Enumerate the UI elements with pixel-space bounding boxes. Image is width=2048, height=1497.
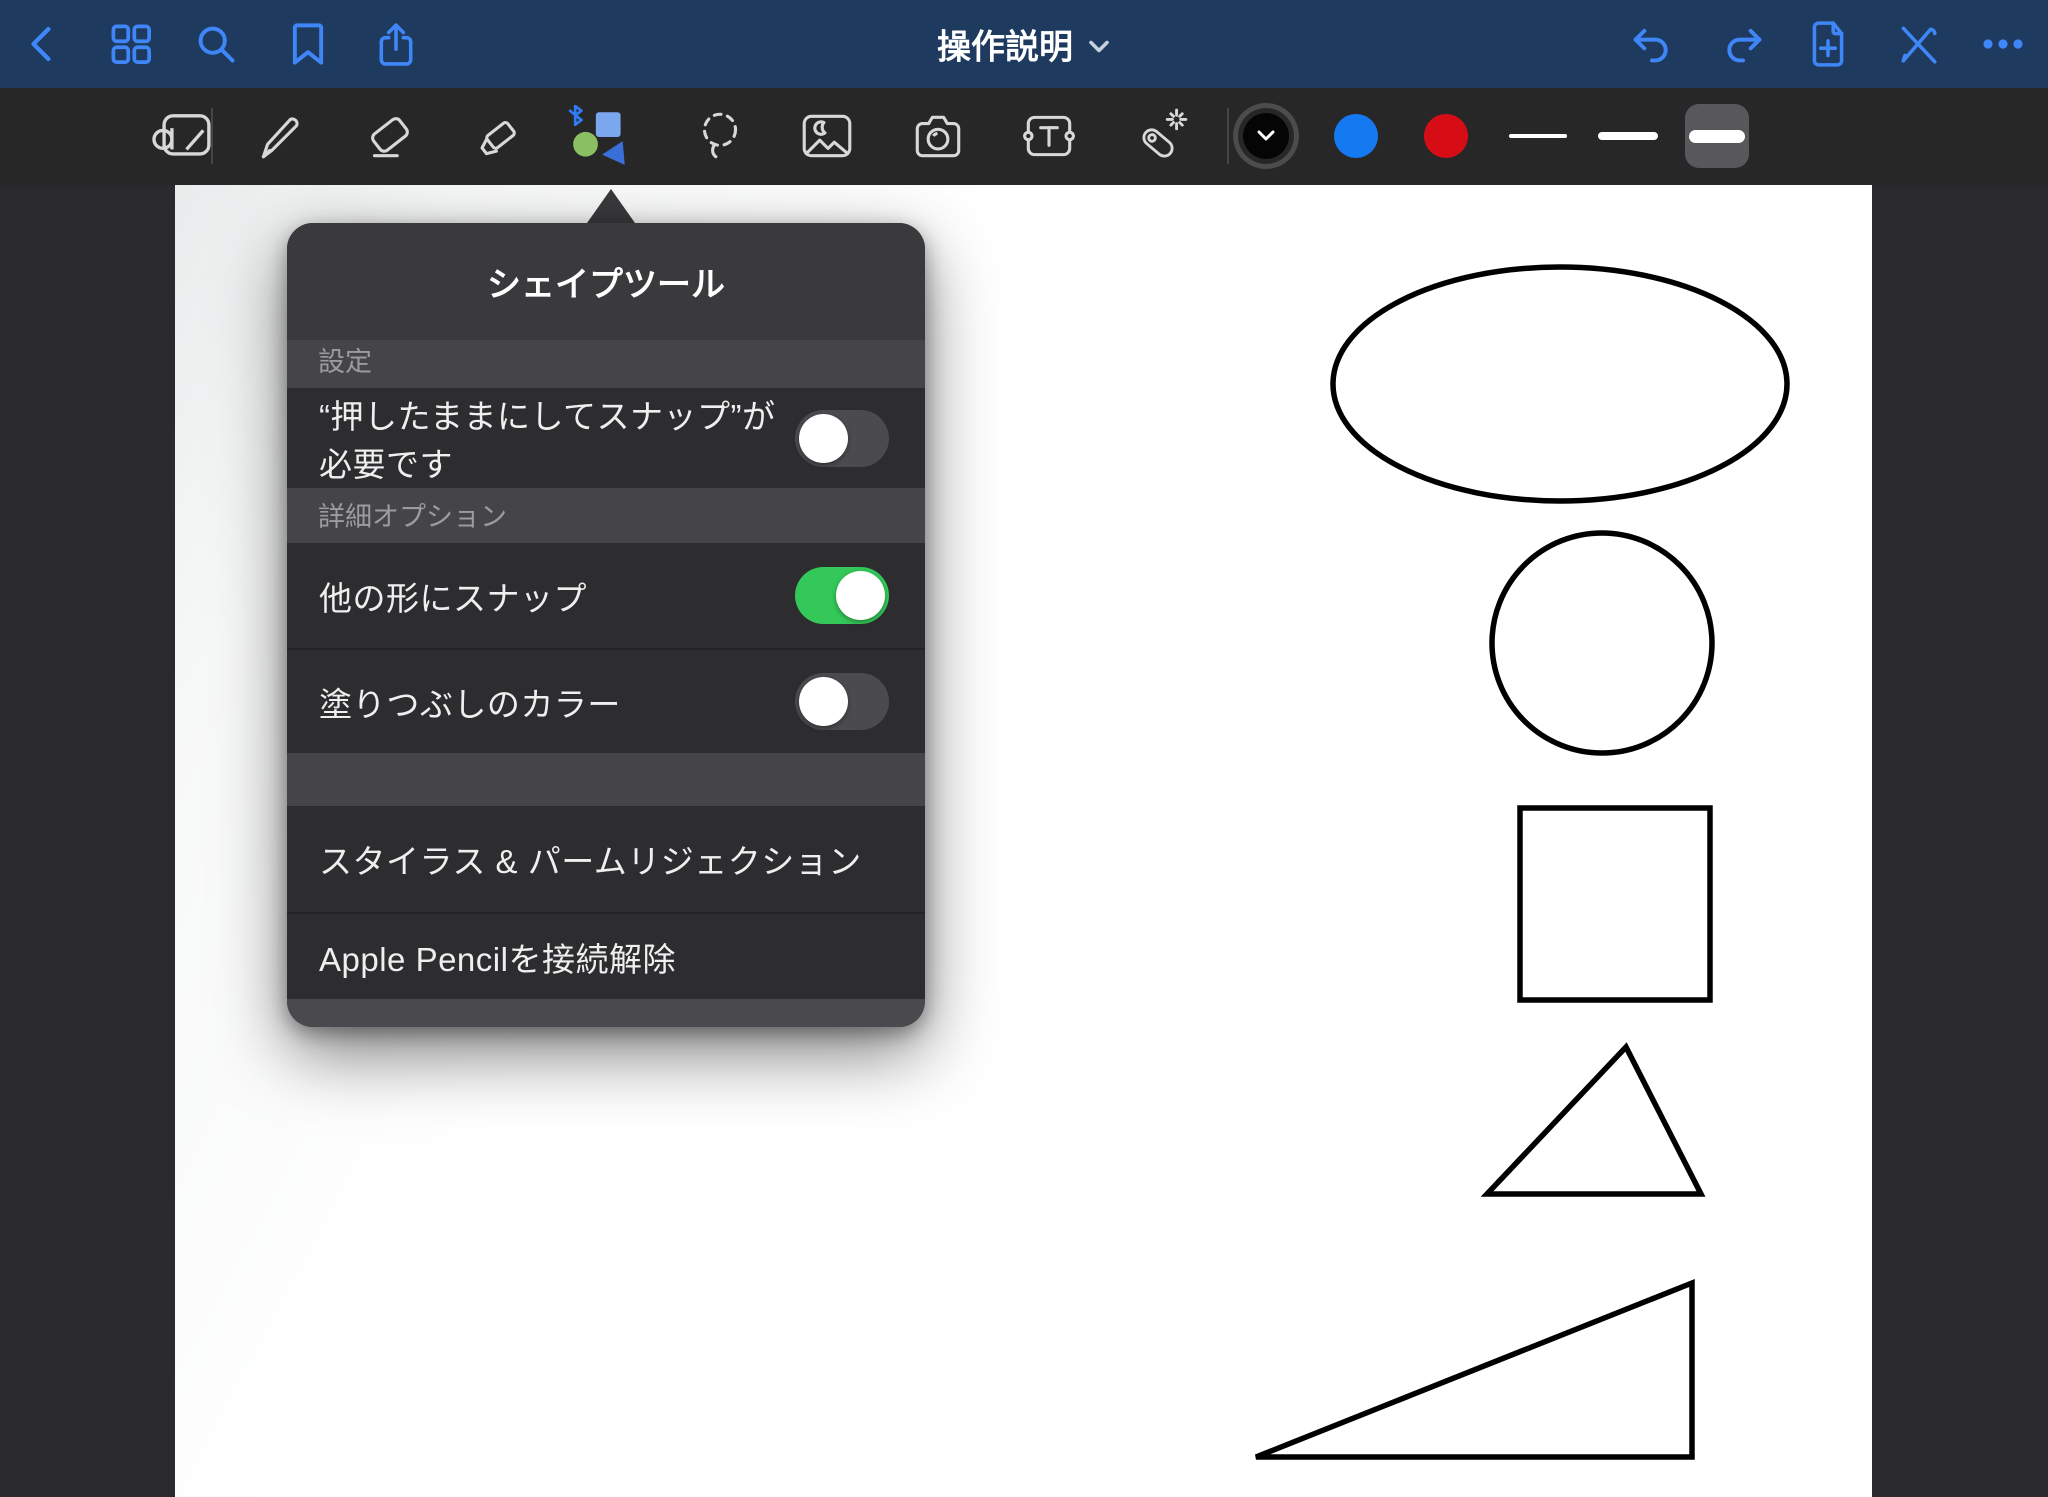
redo-icon (1720, 23, 1766, 65)
toggle-knob (799, 414, 848, 463)
top-navigation-bar: 操作説明 (0, 0, 2048, 88)
lasso-icon (691, 107, 749, 165)
tool-eraser[interactable] (362, 107, 420, 165)
camera-icon (909, 110, 967, 162)
action-label: Apple Pencilを接続解除 (319, 933, 889, 981)
share-icon (375, 20, 417, 68)
drawn-circle (1492, 533, 1712, 753)
more-options-button[interactable] (1981, 37, 2025, 51)
read-write-mode-icon (148, 108, 216, 164)
search-button[interactable] (194, 22, 238, 66)
share-button[interactable] (375, 20, 417, 68)
page-title: 操作説明 (937, 20, 1073, 69)
laser-pointer-icon (1131, 107, 1189, 165)
stylus-palm-rejection-row[interactable]: スタイラス & パームリジェクション (287, 806, 925, 912)
disconnect-apple-pencil-row[interactable]: Apple Pencilを接続解除 (287, 912, 925, 999)
section-spacer (287, 753, 925, 806)
tool-image[interactable] (798, 109, 856, 163)
text-icon (1019, 109, 1079, 163)
tool-camera[interactable] (909, 110, 967, 162)
popover-arrow (587, 189, 635, 223)
thickness-medium[interactable] (1598, 132, 1658, 140)
disable-pen-button[interactable] (1895, 21, 1941, 67)
drawn-right-triangle (1256, 1283, 1692, 1457)
bluetooth-icon (570, 106, 581, 125)
drawn-square (1520, 808, 1710, 1000)
setting-label: “押したままにしてスナップ”が必要です (319, 390, 795, 486)
toggle-knob (799, 677, 848, 726)
ellipsis-icon (1981, 37, 2025, 51)
search-icon (194, 22, 238, 66)
add-page-icon (1807, 20, 1849, 68)
section-header-settings: 設定 (287, 340, 925, 388)
tool-lasso[interactable] (691, 107, 749, 165)
tool-shape[interactable] (568, 105, 634, 167)
shape-tool-icon (568, 105, 634, 167)
bookmark-button[interactable] (288, 21, 328, 67)
redo-button[interactable] (1720, 23, 1766, 65)
thickness-thin[interactable] (1509, 134, 1567, 138)
pen-crossed-icon (1895, 21, 1941, 67)
eraser-icon (362, 107, 420, 165)
tool-pen[interactable] (251, 107, 309, 165)
section-label: 詳細オプション (318, 495, 507, 534)
setting-label: 他の形にスナップ (319, 572, 795, 620)
drawn-ellipse (1333, 267, 1787, 501)
add-page-button[interactable] (1807, 20, 1849, 68)
chevron-down-icon (1256, 129, 1276, 143)
toolbar-divider (1227, 108, 1229, 164)
grid-icon (109, 22, 153, 66)
setting-label: 塗りつぶしのカラー (319, 678, 795, 726)
drawn-triangle (1487, 1047, 1701, 1194)
back-chevron-icon (26, 22, 58, 66)
thickness-thick-selected[interactable] (1685, 104, 1749, 168)
bookmark-icon (288, 21, 328, 67)
tools-toolbar (0, 88, 2048, 185)
undo-button[interactable] (1629, 23, 1675, 65)
color-swatch-red[interactable] (1424, 114, 1468, 158)
thumbnails-button[interactable] (109, 22, 153, 66)
popover-bottom-band (287, 999, 925, 1027)
popover-title: シェイプツール (287, 223, 925, 340)
snap-to-shapes-toggle[interactable] (795, 567, 889, 624)
undo-icon (1629, 23, 1675, 65)
toolbar-divider (211, 108, 213, 164)
sparkle-icon (1167, 110, 1186, 129)
tool-text[interactable] (1019, 109, 1079, 163)
shape-tool-popover: シェイプツール 設定 “押したままにしてスナップ”が必要です 詳細オプション 他… (287, 223, 925, 1027)
color-swatch-blue[interactable] (1334, 114, 1378, 158)
image-icon (798, 109, 856, 163)
fill-color-toggle[interactable] (795, 673, 889, 730)
goodnotes-app: 操作説明 (0, 0, 2048, 1497)
setting-row-snap-to-shapes[interactable]: 他の形にスナップ (287, 543, 925, 648)
tool-highlighter[interactable] (469, 107, 527, 165)
section-header-advanced: 詳細オプション (287, 488, 925, 543)
hold-to-snap-toggle[interactable] (795, 410, 889, 467)
pen-mode-toggle[interactable] (148, 108, 216, 164)
pen-icon (251, 107, 309, 165)
action-label: スタイラス & パームリジェクション (319, 835, 889, 883)
section-label: 設定 (318, 340, 372, 379)
setting-row-hold-to-snap[interactable]: “押したままにしてスナップ”が必要です (287, 388, 925, 488)
toggle-knob (836, 571, 885, 620)
color-swatch-black-selected[interactable] (1243, 113, 1289, 159)
tool-laser-pointer[interactable] (1131, 107, 1189, 165)
setting-row-fill-color[interactable]: 塗りつぶしのカラー (287, 648, 925, 753)
document-title[interactable]: 操作説明 (937, 20, 1111, 69)
back-button[interactable] (26, 22, 58, 66)
highlighter-icon (469, 107, 527, 165)
chevron-down-icon (1087, 37, 1111, 55)
